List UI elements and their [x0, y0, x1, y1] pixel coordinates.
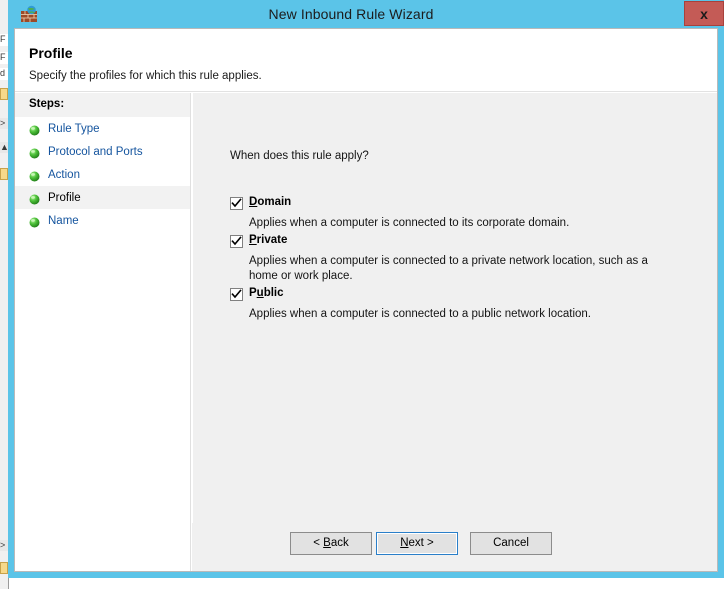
background-icon-fleck	[0, 562, 8, 574]
checkbox-public[interactable]	[230, 288, 243, 301]
page-header: Profile Specify the profiles for which t…	[15, 29, 717, 92]
checkbox-label-private[interactable]: Private	[249, 234, 287, 246]
sidebar-step-protocol-and-ports[interactable]: Protocol and Ports	[15, 140, 190, 163]
sidebar-step-name[interactable]: Name	[15, 209, 190, 232]
window-titlebar[interactable]: New Inbound Rule Wizard x	[14, 0, 724, 28]
sidebar-step-label: Name	[48, 214, 79, 227]
checkbox-label-public[interactable]: Public	[249, 287, 284, 299]
green-orb-icon	[29, 192, 40, 205]
window-body: Profile Specify the profiles for which t…	[14, 28, 718, 572]
background-arrow-fleck: ▲	[0, 142, 8, 153]
new-inbound-rule-wizard-window: New Inbound Rule Wizard x Profile Specif…	[8, 0, 724, 578]
button-bar: < Back Next > Cancel	[192, 523, 717, 571]
content-pane: When does this rule apply? Domain Applies…	[192, 93, 717, 571]
green-orb-icon	[29, 169, 40, 182]
profile-option-private: Private Applies when a computer is connec…	[230, 234, 697, 284]
window-title: New Inbound Rule Wizard	[268, 6, 434, 22]
background-arrow-fleck: >	[0, 540, 8, 551]
profile-option-description-domain: Applies when a computer is connected to …	[249, 217, 570, 229]
profile-option-row: Private	[230, 234, 697, 251]
checkbox-domain[interactable]	[230, 197, 243, 210]
background-icon-fleck	[0, 88, 8, 100]
next-button[interactable]: Next >	[376, 532, 458, 555]
profile-options-group: Domain Applies when a computer is connect…	[230, 196, 697, 325]
firewall-brick-globe-icon	[20, 5, 38, 23]
page-subtitle: Specify the profiles for which this rule…	[29, 70, 262, 82]
steps-heading: Steps:	[15, 93, 190, 117]
sidebar-step-label: Profile	[48, 191, 81, 204]
sidebar-step-label: Action	[48, 168, 80, 181]
background-arrow-fleck: >	[0, 118, 8, 129]
page-title: Profile	[29, 45, 73, 61]
profile-option-description-public: Applies when a computer is connected to …	[249, 308, 592, 320]
profile-option-domain: Domain Applies when a computer is connect…	[230, 196, 697, 231]
profile-option-description-private: Applies when a computer is connected to …	[249, 255, 648, 282]
sidebar-step-label: Rule Type	[48, 122, 100, 135]
cancel-button[interactable]: Cancel	[470, 532, 552, 555]
profile-option-row: Domain	[230, 196, 697, 213]
green-orb-icon	[29, 123, 40, 136]
checkbox-label-domain[interactable]: Domain	[249, 196, 291, 208]
back-button[interactable]: < Back	[290, 532, 372, 555]
checkbox-private[interactable]	[230, 235, 243, 248]
background-text-fleck: F	[0, 52, 8, 64]
close-button[interactable]: x	[684, 1, 724, 26]
background-icon-fleck	[0, 168, 8, 180]
question-label: When does this rule apply?	[230, 150, 369, 162]
sidebar-step-rule-type[interactable]: Rule Type	[15, 117, 190, 140]
green-orb-icon	[29, 215, 40, 228]
green-orb-icon	[29, 146, 40, 159]
background-text-fleck: d	[0, 68, 8, 80]
profile-option-public: Public Applies when a computer is connect…	[230, 287, 697, 322]
steps-heading-label: Steps:	[29, 98, 65, 110]
profile-option-row: Public	[230, 287, 697, 304]
steps-sidebar: Steps: Rule Type Protocol and Ports Action…	[15, 93, 191, 571]
sidebar-step-label: Protocol and Ports	[48, 145, 143, 158]
sidebar-step-action[interactable]: Action	[15, 163, 190, 186]
sidebar-step-profile[interactable]: Profile	[15, 186, 190, 209]
steps-list: Rule Type Protocol and Ports Action Profile…	[15, 117, 190, 232]
background-text-fleck: F	[0, 34, 8, 46]
